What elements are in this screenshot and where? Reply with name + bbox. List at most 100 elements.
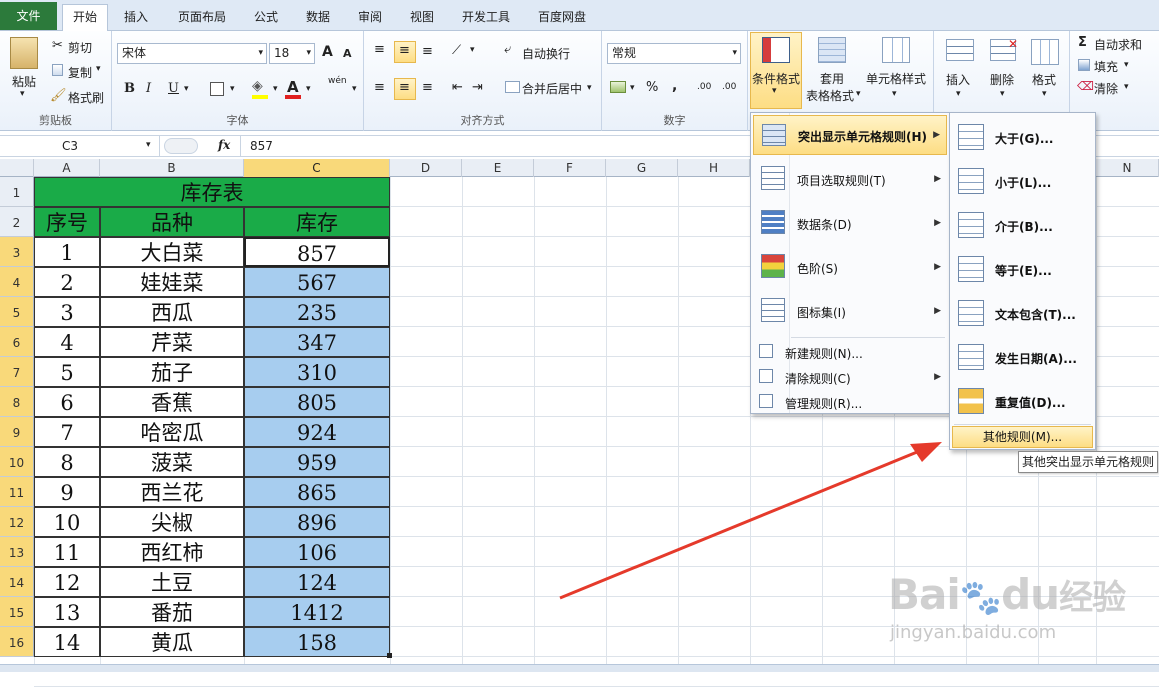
table-cell[interactable]: 5 xyxy=(34,357,100,387)
table-cell[interactable]: 106 xyxy=(244,537,390,567)
tab-file[interactable]: 文件 xyxy=(0,2,57,30)
cell-styles-button[interactable]: 单元格样式 xyxy=(866,70,926,87)
table-cell[interactable]: 7 xyxy=(34,417,100,447)
copy-dropdown-icon[interactable]: ▾ xyxy=(96,64,101,74)
table-cell[interactable]: 菠菜 xyxy=(100,447,244,477)
table-cell[interactable]: 哈密瓜 xyxy=(100,417,244,447)
tab-home[interactable]: 开始 xyxy=(62,4,108,32)
table-cell[interactable]: 黄瓜 xyxy=(100,627,244,657)
underline-button[interactable]: U xyxy=(168,81,179,96)
cell-styles-dropdown-icon[interactable]: ▾ xyxy=(892,89,897,99)
fill-dropdown-icon[interactable]: ▾ xyxy=(1124,60,1129,70)
menu-item-new-rule[interactable]: 新建规则(N)... xyxy=(751,341,949,363)
bold-button[interactable]: B xyxy=(124,81,135,96)
row-header[interactable]: 7 xyxy=(0,357,34,387)
table-cell[interactable]: 13 xyxy=(34,597,100,627)
table-cell[interactable]: 158 xyxy=(244,627,390,657)
row-header[interactable]: 2 xyxy=(0,207,34,237)
border-dropdown-icon[interactable]: ▾ xyxy=(230,84,235,94)
wrap-text-button[interactable]: 自动换行 xyxy=(522,45,570,62)
row-header[interactable]: 6 xyxy=(0,327,34,357)
phonetic-dropdown-icon[interactable]: ▾ xyxy=(352,84,357,94)
table-cell[interactable]: 西红柿 xyxy=(100,537,244,567)
accounting-dropdown-icon[interactable]: ▾ xyxy=(630,83,635,93)
row-header[interactable]: 9 xyxy=(0,417,34,447)
menu-item-top-bottom-rules[interactable]: 项目选取规则(T) ▶ xyxy=(751,159,949,199)
select-all-corner[interactable] xyxy=(0,159,34,177)
table-cell[interactable]: 567 xyxy=(244,267,390,297)
table-cell[interactable]: 235 xyxy=(244,297,390,327)
menu-item-highlight-rules[interactable]: 突出显示单元格规则(H) ▶ xyxy=(753,115,947,155)
table-cell[interactable]: 芹菜 xyxy=(100,327,244,357)
font-size-dropdown-icon[interactable]: ▾ xyxy=(306,44,311,63)
row-header[interactable]: 3 xyxy=(0,237,34,267)
merge-dropdown-icon[interactable]: ▾ xyxy=(587,83,592,93)
border-icon[interactable] xyxy=(210,82,224,96)
merge-center-button[interactable]: 合并后居中 xyxy=(522,80,582,97)
tab-review[interactable]: 审阅 xyxy=(350,6,390,31)
fill-color-icon[interactable]: ◈ xyxy=(252,78,263,94)
format-painter-button[interactable]: 格式刷 xyxy=(68,89,104,106)
number-format-field[interactable]: 常规 ▾ xyxy=(607,43,741,64)
column-header-d[interactable]: D xyxy=(390,159,462,177)
format-as-table-label-1[interactable]: 套用 xyxy=(820,70,844,87)
table-cell[interactable]: 310 xyxy=(244,357,390,387)
fill-handle[interactable] xyxy=(387,653,392,658)
format-as-table-dropdown-icon[interactable]: ▾ xyxy=(856,89,861,99)
tab-baidu-netdisk[interactable]: 百度网盘 xyxy=(530,6,594,31)
table-header-cell[interactable]: 品种 xyxy=(100,207,244,237)
format-as-table-label-2[interactable]: 表格格式 xyxy=(806,87,854,104)
clear-button[interactable]: 清除 xyxy=(1094,80,1118,97)
font-color-icon[interactable]: A xyxy=(287,78,299,96)
column-header-h[interactable]: H xyxy=(678,159,750,177)
submenu-item-text-contains[interactable]: 文本包含(T)... xyxy=(950,293,1095,333)
name-box[interactable]: C3 ▾ xyxy=(0,136,160,156)
column-header-b[interactable]: B xyxy=(100,159,244,177)
comma-button[interactable]: , xyxy=(672,78,677,94)
table-cell[interactable]: 尖椒 xyxy=(100,507,244,537)
menu-item-clear-rules[interactable]: 清除规则(C) ▶ xyxy=(751,366,949,388)
paste-button[interactable]: 粘贴 xyxy=(12,73,36,90)
table-cell[interactable]: 12 xyxy=(34,567,100,597)
table-cell[interactable]: 896 xyxy=(244,507,390,537)
column-header-g[interactable]: G xyxy=(606,159,678,177)
shrink-font-button[interactable]: A xyxy=(343,47,352,60)
tab-formulas[interactable]: 公式 xyxy=(246,6,286,31)
row-header[interactable]: 15 xyxy=(0,597,34,627)
tab-data[interactable]: 数据 xyxy=(298,6,338,31)
percent-button[interactable]: % xyxy=(646,80,658,95)
menu-item-icon-sets[interactable]: 图标集(I) ▶ xyxy=(751,291,949,331)
table-header-cell[interactable]: 库存 xyxy=(244,207,390,237)
number-format-dropdown-icon[interactable]: ▾ xyxy=(732,44,737,63)
table-cell[interactable]: 865 xyxy=(244,477,390,507)
table-cell[interactable]: 9 xyxy=(34,477,100,507)
table-cell[interactable]: 1 xyxy=(34,237,100,267)
tab-page-layout[interactable]: 页面布局 xyxy=(170,6,234,31)
grow-font-button[interactable]: A xyxy=(322,44,333,60)
submenu-item-between[interactable]: 介于(B)... xyxy=(950,205,1095,245)
format-cells-button[interactable]: 格式 xyxy=(1032,71,1056,88)
column-header-n[interactable]: N xyxy=(1096,159,1159,177)
table-cell[interactable]: 2 xyxy=(34,267,100,297)
delete-dropdown-icon[interactable]: ▾ xyxy=(1000,89,1005,99)
table-cell[interactable]: 11 xyxy=(34,537,100,567)
increase-indent-icon[interactable]: ⇥ xyxy=(472,80,483,95)
clear-dropdown-icon[interactable]: ▾ xyxy=(1124,82,1129,92)
row-header[interactable]: 13 xyxy=(0,537,34,567)
font-name-dropdown-icon[interactable]: ▾ xyxy=(258,44,263,63)
orientation-dropdown-icon[interactable]: ▾ xyxy=(470,45,475,55)
table-cell[interactable]: 娃娃菜 xyxy=(100,267,244,297)
table-cell[interactable]: 香蕉 xyxy=(100,387,244,417)
font-name-field[interactable]: 宋体 ▾ xyxy=(117,43,267,64)
name-box-dropdown-icon[interactable]: ▾ xyxy=(146,140,151,150)
table-cell[interactable]: 西兰花 xyxy=(100,477,244,507)
phonetic-button[interactable]: wén xyxy=(328,76,347,86)
increase-decimal-button[interactable]: .00 xyxy=(697,82,711,92)
row-header[interactable]: 4 xyxy=(0,267,34,297)
table-cell[interactable]: 959 xyxy=(244,447,390,477)
copy-button[interactable]: 复制 xyxy=(68,64,92,81)
align-right-icon[interactable]: ≡ xyxy=(422,80,433,95)
decrease-decimal-button[interactable]: .00 xyxy=(722,82,736,92)
table-cell[interactable]: 10 xyxy=(34,507,100,537)
table-cell[interactable]: 347 xyxy=(244,327,390,357)
